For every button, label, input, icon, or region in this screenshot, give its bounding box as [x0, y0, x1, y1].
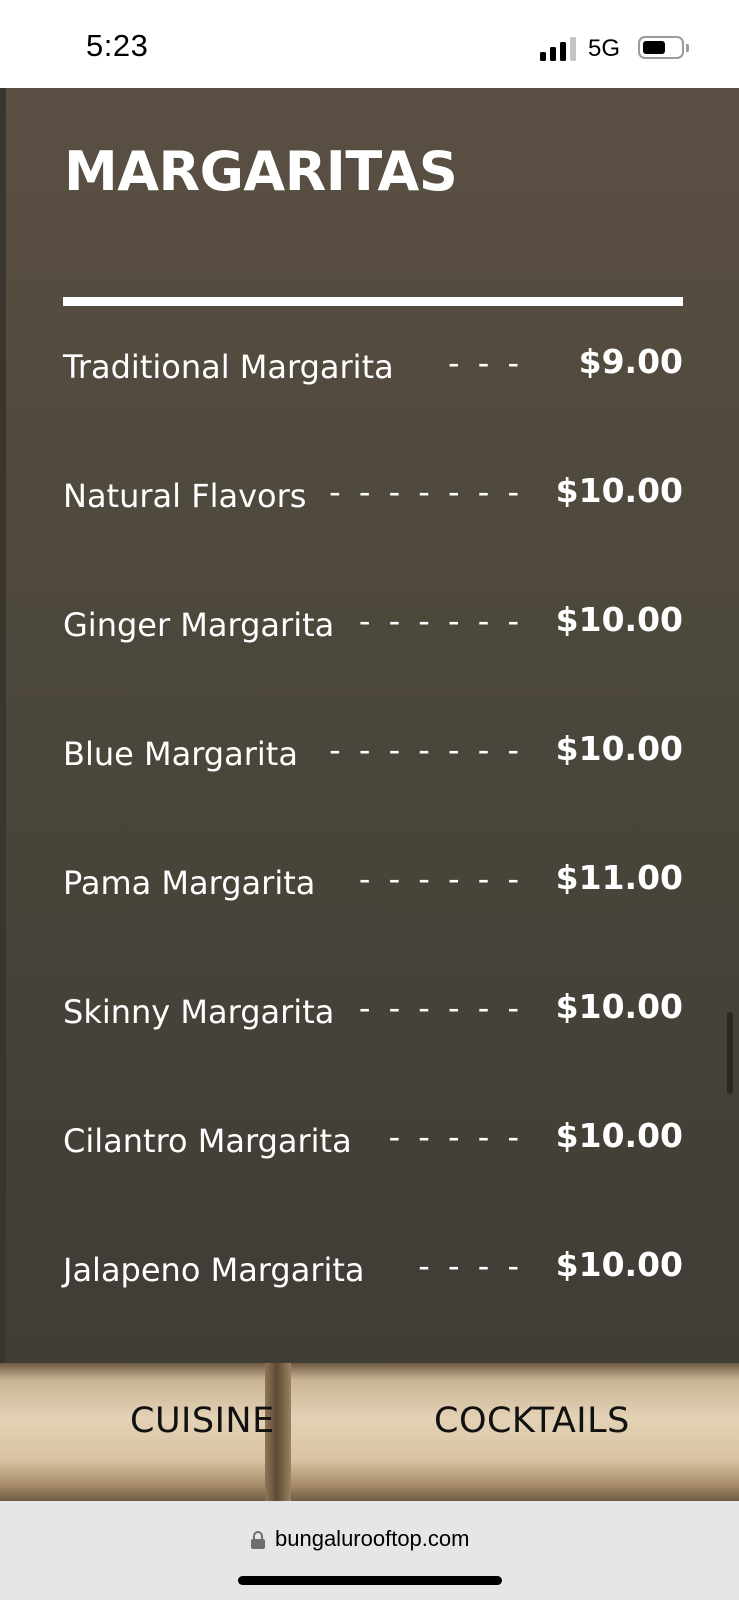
battery-icon — [638, 36, 684, 59]
browser-address-bar[interactable]: bungalurooftop.com — [0, 1501, 739, 1600]
menu-item-price: $10.00 — [555, 600, 683, 639]
menu-item-name: Traditional Margarita — [63, 348, 394, 386]
menu-item-price: $10.00 — [555, 1245, 683, 1284]
menu-item-leader: - - - - - - — [358, 989, 523, 1027]
menu-item: Pama Margarita - - - - - - $11.00 — [63, 852, 683, 912]
status-time: 5:23 — [86, 28, 149, 63]
status-bar: 5:23 5G — [0, 0, 739, 88]
network-type: 5G — [588, 35, 621, 62]
menu-item-leader: - - - - - - - — [329, 731, 523, 769]
menu-item-price: $10.00 — [555, 987, 683, 1026]
menu-item-leader: - - - — [448, 344, 523, 382]
page-scrollbar[interactable] — [727, 1012, 733, 1094]
menu-item-name: Blue Margarita — [63, 735, 298, 773]
menu-item: Traditional Margarita - - - $9.00 — [63, 336, 683, 396]
menu-item-leader: - - - - - — [388, 1118, 523, 1156]
nav-link-cocktails[interactable]: COCKTAILS — [434, 1401, 630, 1441]
menu-section-title: MARGARITAS — [64, 140, 458, 203]
home-indicator[interactable] — [238, 1576, 502, 1585]
menu-item-leader: - - - - - - — [358, 860, 523, 898]
menu-item-name: Skinny Margarita — [63, 993, 335, 1031]
title-divider — [63, 297, 683, 306]
menu-item: Ginger Margarita - - - - - - $10.00 — [63, 594, 683, 654]
menu-item-price: $9.00 — [578, 342, 683, 381]
menu-item: Natural Flavors - - - - - - - $10.00 — [63, 465, 683, 525]
menu-item: Jalapeno Margarita - - - - $10.00 — [63, 1239, 683, 1299]
menu-item-name: Jalapeno Margarita — [63, 1251, 365, 1289]
menu-item: Skinny Margarita - - - - - - $10.00 — [63, 981, 683, 1041]
menu-item-leader: - - - - — [418, 1247, 523, 1285]
menu-item-leader: - - - - - - - — [329, 473, 523, 511]
menu-panel: MARGARITAS Traditional Margarita - - - $… — [0, 88, 739, 1363]
menu-item-name: Natural Flavors — [63, 477, 307, 515]
bottom-nav: CUISINE COCKTAILS — [0, 1363, 739, 1501]
menu-item-price: $10.00 — [555, 729, 683, 768]
menu-item: Cilantro Margarita - - - - - $10.00 — [63, 1110, 683, 1170]
menu-item-name: Ginger Margarita — [63, 606, 335, 644]
battery-tip — [686, 44, 689, 52]
menu-item-price: $10.00 — [555, 471, 683, 510]
menu-item-name: Pama Margarita — [63, 864, 316, 902]
nav-link-cuisine[interactable]: CUISINE — [130, 1401, 275, 1441]
menu-item-price: $10.00 — [555, 1116, 683, 1155]
lock-icon — [251, 1531, 265, 1549]
menu-item-name: Cilantro Margarita — [63, 1122, 352, 1160]
menu-item: Blue Margarita - - - - - - - $10.00 — [63, 723, 683, 783]
url-text[interactable]: bungalurooftop.com — [275, 1526, 469, 1552]
cellular-signal-icon — [540, 37, 578, 61]
menu-item-price: $11.00 — [555, 858, 683, 897]
menu-item-leader: - - - - - - — [358, 602, 523, 640]
